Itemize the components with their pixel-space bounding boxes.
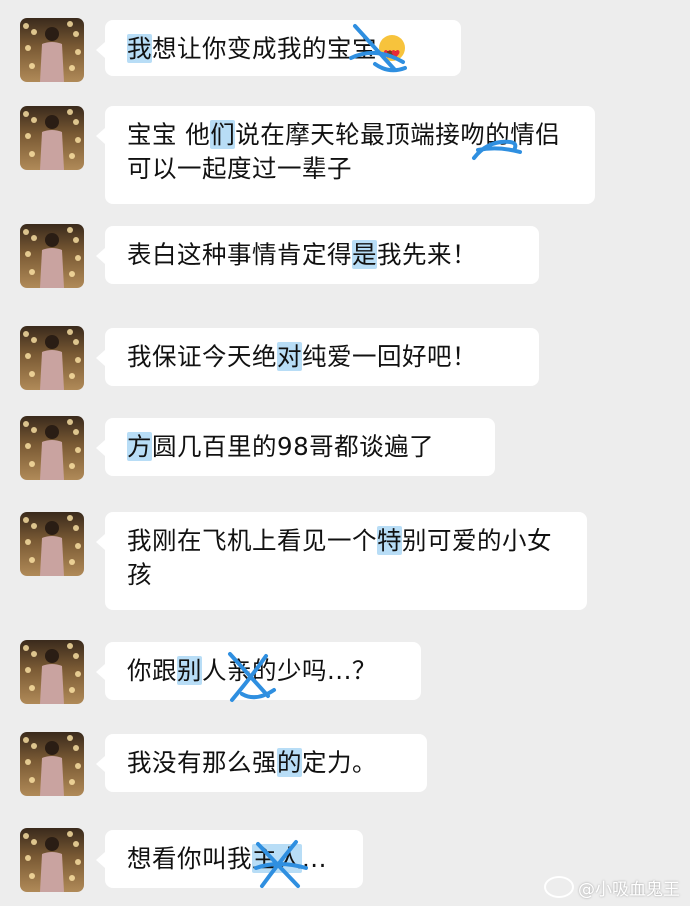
message-bubble[interactable]: 我刚在飞机上看见一个特别可爱的小女孩 bbox=[96, 512, 587, 610]
message-text: ... bbox=[302, 844, 327, 873]
avatar-photo bbox=[23, 109, 81, 170]
message-text: 我刚在飞机上看见一个 bbox=[127, 526, 377, 555]
message-bubble[interactable]: 想看你叫我主人... bbox=[96, 830, 363, 888]
avatar[interactable] bbox=[20, 416, 84, 480]
avatar[interactable] bbox=[20, 106, 84, 170]
highlighted-text: 的 bbox=[277, 748, 302, 777]
highlighted-text: 对 bbox=[277, 342, 302, 371]
highlighted-text: 方 bbox=[127, 432, 152, 461]
watermark: @小吸血鬼王 bbox=[544, 875, 680, 900]
message-text: 我保证今天绝 bbox=[127, 342, 277, 371]
message-bubble[interactable]: 我想让你变成我的宝宝 bbox=[96, 20, 461, 76]
message-bubble[interactable]: 表白这种事情肯定得是我先来！ bbox=[96, 226, 539, 284]
avatar[interactable] bbox=[20, 326, 84, 390]
highlighted-text: 是 bbox=[352, 240, 377, 269]
message-text: 定力。 bbox=[302, 748, 377, 777]
avatar-photo bbox=[23, 735, 81, 796]
message-text: 纯爱一回好吧！ bbox=[302, 342, 477, 371]
avatar-photo bbox=[23, 831, 81, 892]
highlighted-text: 们 bbox=[210, 120, 236, 149]
highlighted-text: 别 bbox=[177, 656, 202, 685]
avatar[interactable] bbox=[20, 640, 84, 704]
avatar-photo bbox=[23, 643, 81, 704]
message-text: 想看你叫我 bbox=[127, 844, 252, 873]
message-text: 表白这种事情肯定得 bbox=[127, 240, 352, 269]
message-text: 想让你变成我的 bbox=[152, 34, 327, 63]
avatar[interactable] bbox=[20, 732, 84, 796]
avatar[interactable] bbox=[20, 224, 84, 288]
message-text: 我没有那么强 bbox=[127, 748, 277, 777]
avatar[interactable] bbox=[20, 512, 84, 576]
message-text: 圆几百里的98哥都谈遍了 bbox=[152, 432, 435, 461]
message-text: 宝宝 他 bbox=[127, 120, 211, 149]
message-bubble[interactable]: 我没有那么强的定力。 bbox=[96, 734, 427, 792]
avatar-photo bbox=[23, 515, 81, 576]
message-bubble[interactable]: 宝宝 他们说在摩天轮最顶端接吻的情侣可以一起度过一辈子 bbox=[96, 106, 595, 204]
message-bubble[interactable]: 方圆几百里的98哥都谈遍了 bbox=[96, 418, 495, 476]
avatar[interactable] bbox=[20, 828, 84, 892]
highlighted-text: 特 bbox=[377, 526, 402, 555]
highlighted-text: 主人 bbox=[252, 844, 302, 873]
message-text: 宝宝 bbox=[327, 34, 377, 63]
message-text: 人亲的少吗...？ bbox=[202, 656, 377, 685]
watermark-text: @小吸血鬼王 bbox=[578, 880, 680, 900]
message-text: 你跟 bbox=[127, 656, 177, 685]
avatar-photo bbox=[23, 419, 81, 480]
avatar-photo bbox=[23, 227, 81, 288]
avatar-photo bbox=[23, 329, 81, 390]
message-bubble[interactable]: 你跟别人亲的少吗...？ bbox=[96, 642, 421, 700]
highlighted-text: 我 bbox=[127, 34, 152, 63]
message-text: 我先来！ bbox=[377, 240, 477, 269]
avatar-photo bbox=[23, 21, 81, 82]
heart-eyes-emoji-icon bbox=[379, 35, 405, 72]
weibo-logo-icon bbox=[544, 876, 574, 898]
avatar[interactable] bbox=[20, 18, 84, 82]
message-bubble[interactable]: 我保证今天绝对纯爱一回好吧！ bbox=[96, 328, 539, 386]
